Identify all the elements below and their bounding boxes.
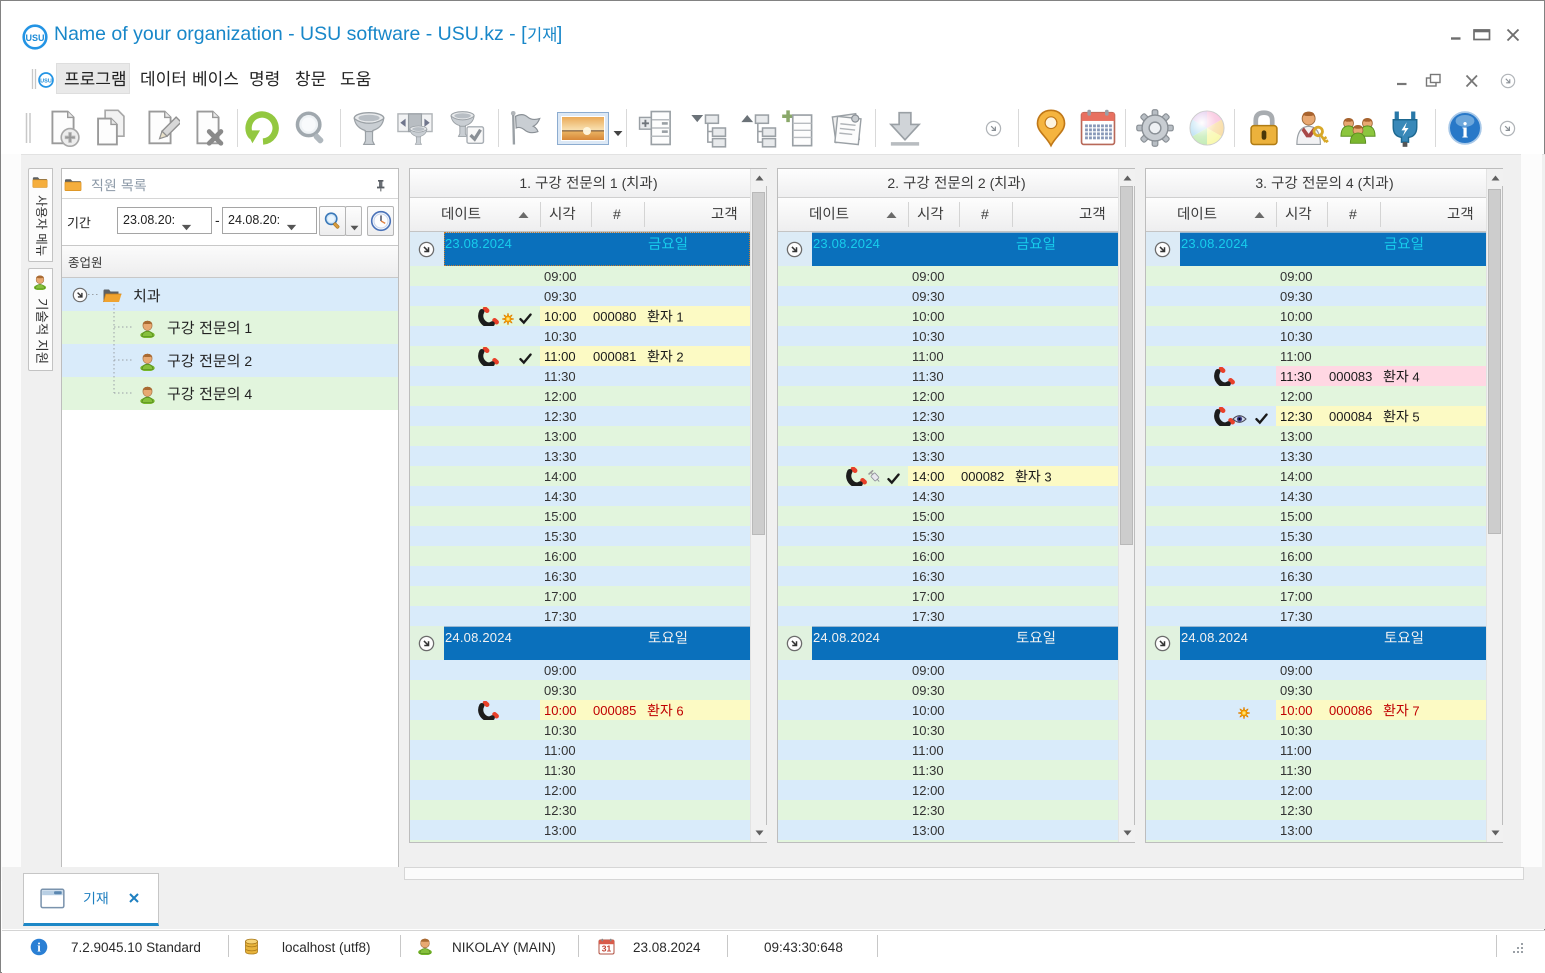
svg-text:USU: USU (40, 78, 52, 84)
svg-text:i: i (1462, 117, 1468, 142)
svg-text:USU: USU (25, 33, 44, 43)
svg-text:31: 31 (602, 944, 612, 954)
svg-text:i: i (37, 941, 41, 955)
